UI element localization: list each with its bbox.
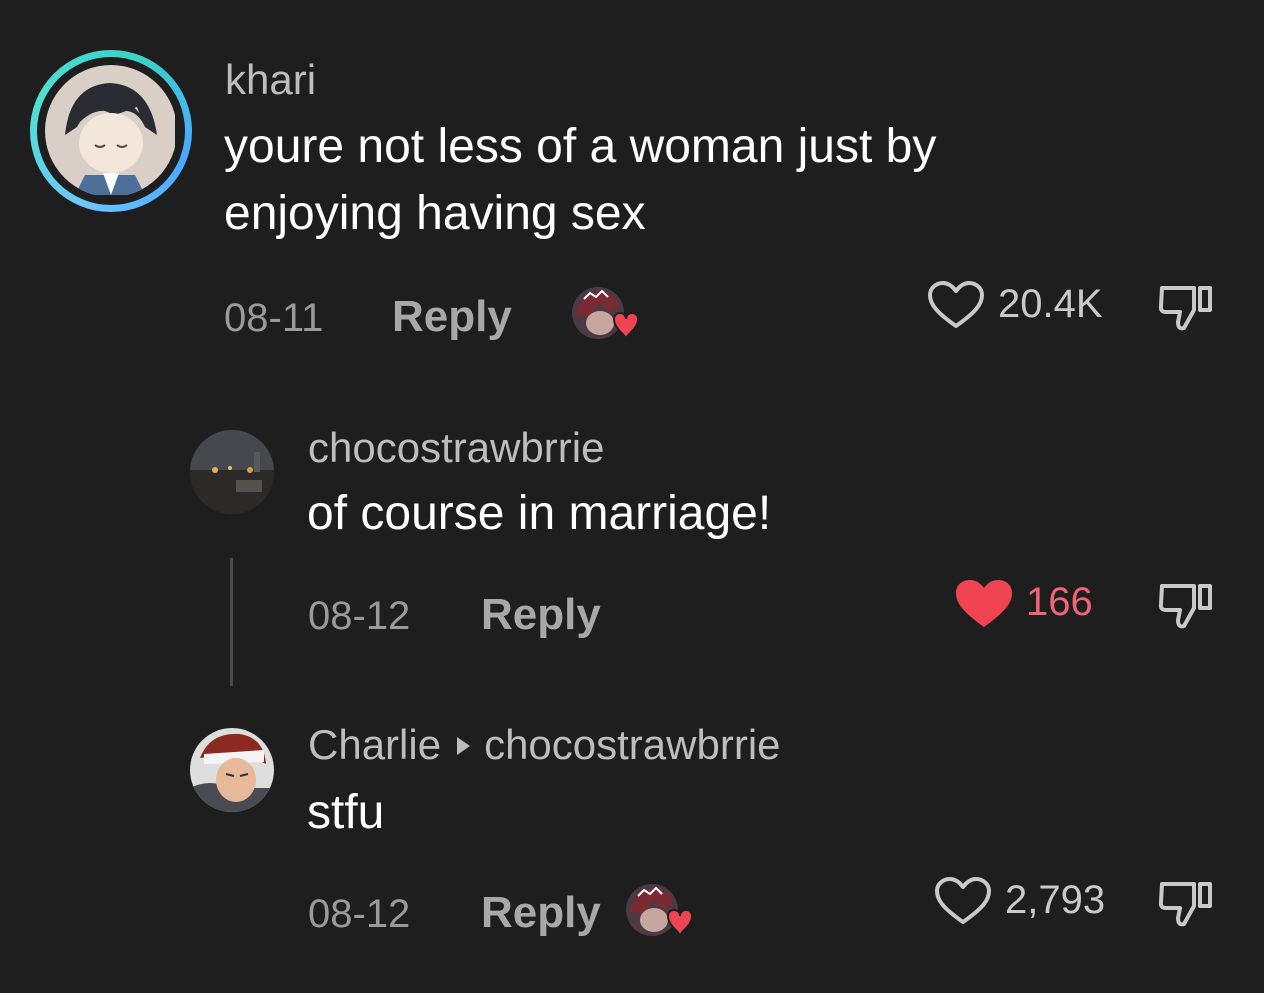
avatar-charlie[interactable] (190, 728, 274, 812)
like-button[interactable] (926, 280, 986, 335)
dislike-button[interactable] (1156, 578, 1216, 639)
dislike-button[interactable] (1156, 876, 1216, 937)
reply-header: Charlie chocostrawbrrie (308, 721, 781, 769)
avatar-chocostrawbrrie[interactable] (190, 430, 274, 514)
heart-outline-icon (935, 877, 991, 924)
reply-to-username[interactable]: chocostrawbrrie (484, 721, 780, 768)
avatar-khari-image (45, 65, 175, 195)
heart-filled-icon (956, 580, 1012, 627)
dislike-icon (1158, 882, 1212, 927)
thread-line (230, 558, 233, 686)
creator-liked-badge-icon (624, 882, 694, 940)
reply-button[interactable]: Reply (481, 888, 601, 938)
like-count: 166 (1026, 580, 1093, 624)
reply-button[interactable]: Reply (481, 590, 601, 640)
comment-text: stfu (307, 786, 385, 839)
comment-username[interactable]: Charlie (308, 721, 441, 768)
dislike-icon (1158, 286, 1212, 331)
comment-date: 08-11 (224, 296, 324, 340)
comment-date: 08-12 (308, 892, 411, 936)
comment-text-line: youre not less of a woman just by (224, 120, 937, 173)
comment-username[interactable]: khari (225, 56, 316, 104)
comment-text: of course in marriage! (307, 487, 772, 540)
dislike-button[interactable] (1156, 280, 1216, 341)
comment-username[interactable]: chocostrawbrrie (308, 424, 604, 472)
like-button[interactable] (953, 578, 1015, 635)
creator-liked-badge-icon (570, 285, 640, 343)
dislike-icon (1158, 584, 1212, 629)
comment-date: 08-12 (308, 594, 411, 638)
reply-button[interactable]: Reply (392, 292, 512, 342)
reply-arrow-icon (457, 736, 471, 755)
avatar-khari[interactable] (30, 50, 192, 212)
heart-outline-icon (928, 281, 984, 328)
like-count: 2,793 (1005, 878, 1106, 922)
like-button[interactable] (933, 876, 993, 931)
like-count: 20.4K (998, 282, 1103, 326)
comment-text-line: enjoying having sex (224, 187, 646, 240)
